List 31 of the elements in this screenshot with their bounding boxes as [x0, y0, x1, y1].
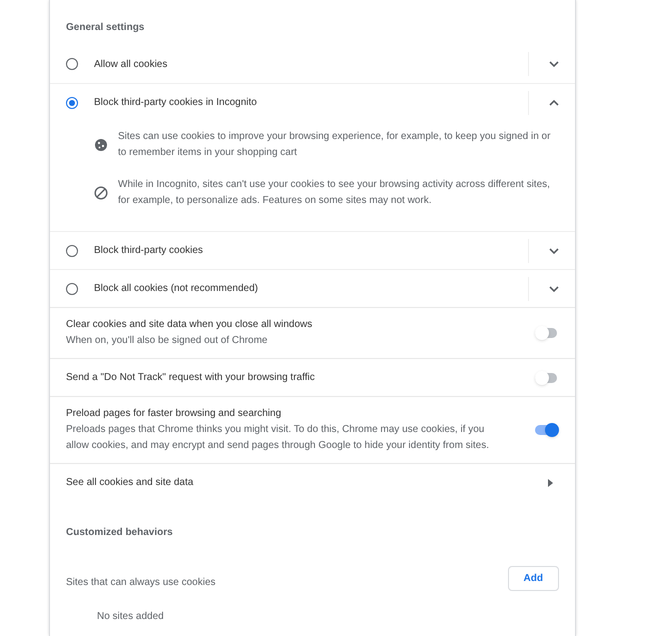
chevron-down-icon[interactable] [549, 248, 559, 254]
empty-list-text: No sites added [97, 611, 164, 622]
list-label: Sites that can always use cookies [66, 576, 217, 590]
add-button[interactable]: Add [508, 566, 559, 591]
toggle-switch[interactable] [535, 326, 559, 340]
toggle-switch[interactable] [535, 370, 559, 384]
setting-title: Preload pages for faster browsing and searching [66, 407, 282, 421]
setting-description: When on, you'll also be signed out of Chrome [66, 334, 268, 348]
setting-description: Preloads pages that Chrome thinks you might visit. To do this, Chrome may use cookies, if you allow cookies, and may encrypt and send pages through Google to hide your identity from sites. [66, 423, 490, 453]
option-label[interactable]: Allow all cookies [94, 56, 528, 72]
cookie-icon [94, 138, 108, 152]
link-label[interactable]: See all cookies and site data [66, 475, 548, 490]
detail-text: While in Incognito, sites can't use your cookies to see your browsing activity across different sites, for example, to personalize ads. Features on some sites may not work. [118, 178, 551, 208]
radio-button[interactable] [66, 244, 78, 256]
section-heading: General settings [66, 22, 144, 33]
section-heading: Customized behaviors [66, 527, 173, 538]
option-label[interactable]: Block third-party cookies [94, 243, 528, 258]
option-label[interactable]: Block all cookies (not recommended) [94, 281, 528, 296]
radio-button[interactable] [66, 282, 78, 294]
arrow-right-icon[interactable] [548, 478, 553, 486]
chevron-down-icon[interactable] [549, 286, 559, 292]
toggle-switch[interactable] [535, 423, 559, 437]
radio-button[interactable] [66, 58, 78, 70]
setting-title: Clear cookies and site data when you close all windows [66, 318, 314, 332]
chevron-down-icon[interactable] [549, 61, 559, 67]
setting-title: Send a "Do Not Track" request with your browsing traffic [66, 370, 316, 384]
chevron-up-icon[interactable] [549, 100, 559, 106]
radio-button[interactable] [66, 96, 78, 108]
option-label[interactable]: Block third-party cookies in Incognito [94, 95, 528, 110]
detail-text: Sites can use cookies to improve your browsing experience, for example, to keep you signed in or to remember items in your shopping cart [118, 130, 552, 160]
block-icon [94, 186, 108, 200]
